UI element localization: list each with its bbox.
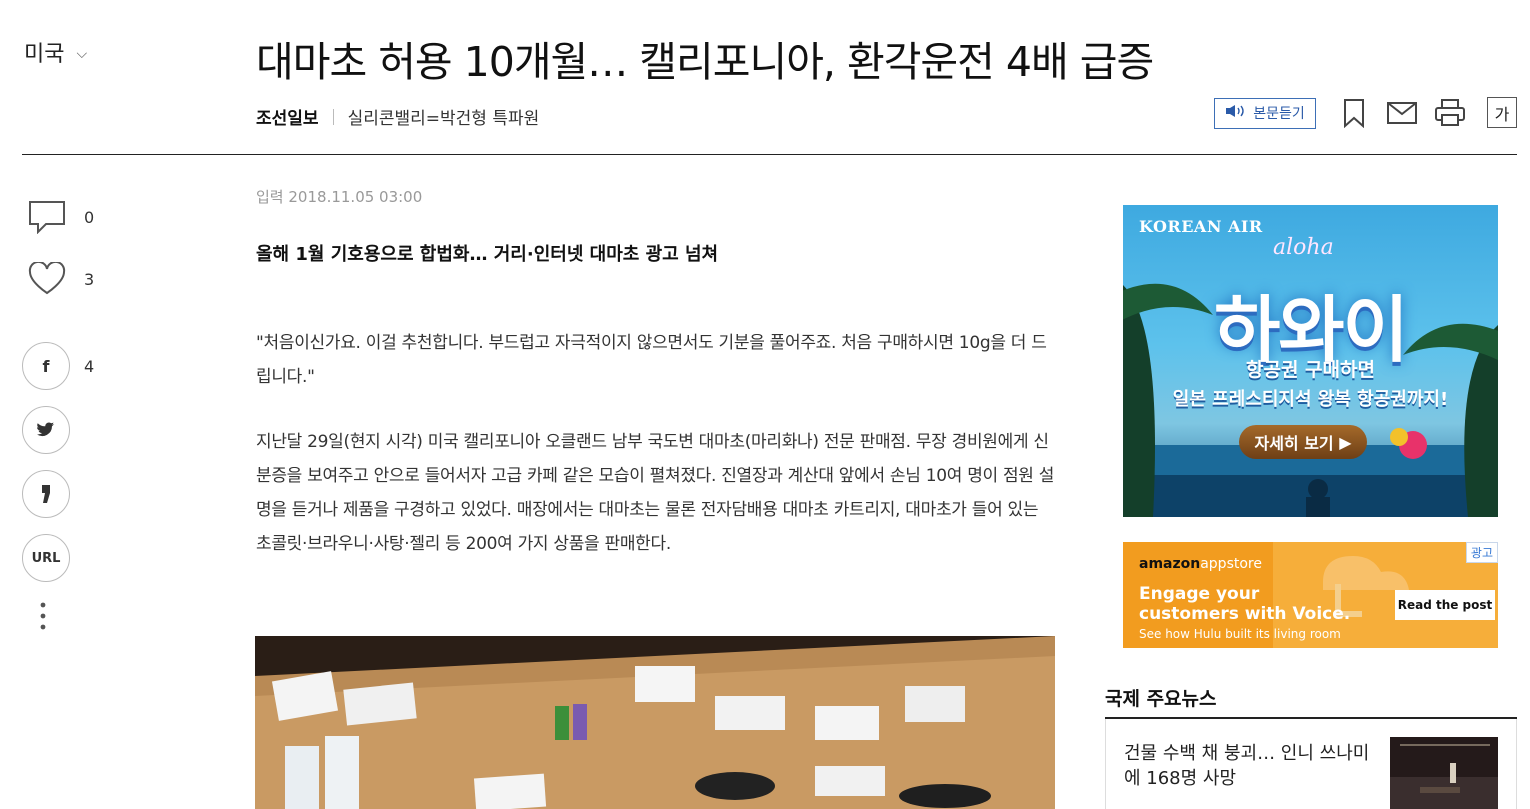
- byline: 조선일보 실리콘밸리=박건형 특파원: [256, 104, 539, 129]
- ad-headline-line-2: customers with Voice.: [1139, 604, 1351, 624]
- mail-icon[interactable]: [1386, 97, 1418, 129]
- play-icon: ▶: [1339, 432, 1352, 452]
- article-headline: 대마초 허용 10개월… 캘리포니아, 환각운전 4배 급증: [256, 38, 1154, 86]
- facebook-count: 4: [84, 356, 95, 376]
- publish-date: 입력 2018.11.05 03:00: [256, 186, 422, 207]
- story-icon: [22, 470, 70, 518]
- article-paragraph: "처음이신가요. 이걸 추천합니다. 부드럽고 자극적이지 않으면서도 기분을 …: [256, 333, 1047, 387]
- news-item-title[interactable]: 건물 수백 채 붕괴… 인니 쓰나미에 168명 사망: [1124, 741, 1374, 791]
- comment-count: 0: [84, 207, 95, 227]
- print-icon[interactable]: [1434, 97, 1466, 129]
- appstore-wordmark: appstore: [1200, 556, 1262, 572]
- like-button[interactable]: 3: [28, 262, 94, 296]
- font-size-button[interactable]: 가: [1487, 97, 1517, 128]
- more-vertical-icon: [40, 602, 46, 630]
- section-dropdown[interactable]: 미국 ⌵: [24, 36, 87, 68]
- url-copy-button[interactable]: URL: [22, 534, 70, 582]
- korean-air-ad[interactable]: KOREAN AIR aloha 하와이 항공권 구매하면 일본 프레스티지석 …: [1123, 205, 1498, 517]
- read-post-button[interactable]: Read the post: [1395, 590, 1495, 620]
- amazon-ad[interactable]: amazonappstore Engage your customers wit…: [1123, 542, 1498, 648]
- aloha-script: aloha: [1273, 235, 1334, 260]
- ad-cta-button[interactable]: 자세히 보기 ▶: [1239, 425, 1367, 459]
- ad-subtext: See how Hulu built its living room: [1139, 627, 1341, 641]
- article-photo[interactable]: [255, 636, 1055, 809]
- news-thumbnail[interactable]: [1390, 737, 1498, 809]
- chevron-down-icon: ⌵: [76, 45, 88, 62]
- facebook-share-button[interactable]: f 4: [22, 342, 94, 390]
- facebook-icon: f: [22, 342, 70, 390]
- twitter-icon: [22, 406, 70, 454]
- ad-headline-line-1: Engage your: [1139, 584, 1260, 604]
- ad-line-1: 항공권 구매하면: [1246, 359, 1375, 381]
- kakaostory-share-button[interactable]: [22, 470, 70, 518]
- twitter-share-button[interactable]: [22, 406, 70, 454]
- url-icon: URL: [22, 534, 70, 582]
- news-section-title: 국제 주요뉴스: [1105, 688, 1217, 710]
- amazon-wordmark: amazon: [1139, 556, 1201, 572]
- store-display-image: [255, 636, 1055, 809]
- heart-icon: [28, 262, 66, 295]
- more-share-button[interactable]: [40, 602, 46, 630]
- disaster-photo: [1390, 737, 1498, 809]
- like-count: 3: [84, 269, 95, 289]
- article-paragraph: 지난달 29일(현지 시각) 미국 캘리포니아 오클랜드 남부 국도변 대마초(…: [256, 432, 1055, 554]
- bookmark-icon[interactable]: [1338, 97, 1370, 129]
- article-subhead: 올해 1월 기호용으로 합법화… 거리·인터넷 대마초 광고 넘쳐: [256, 244, 719, 265]
- ad-label[interactable]: 광고: [1465, 542, 1498, 563]
- listen-button[interactable]: 본문듣기: [1214, 97, 1316, 129]
- listen-label: 본문듣기: [1253, 106, 1305, 122]
- header-divider: [22, 154, 1517, 155]
- comment-button[interactable]: 0: [28, 200, 94, 234]
- ad-line-2: 일본 프레스티지석 왕복 항공권까지!: [1172, 389, 1449, 410]
- byline-divider: [332, 108, 334, 125]
- korean-air-logo: KOREAN AIR: [1139, 217, 1263, 236]
- speaker-icon: [1225, 104, 1247, 122]
- amazon-appstore-logo: amazonappstore: [1139, 556, 1262, 572]
- ad-cta-label: 자세히 보기: [1254, 434, 1334, 453]
- section-label: 미국: [24, 42, 65, 67]
- date-value: 2018.11.05 03:00: [288, 188, 423, 206]
- reporter-name: 실리콘밸리=박건형 특파원: [347, 109, 540, 129]
- ad-headline: Engage your customers with Voice.: [1139, 584, 1350, 624]
- date-label: 입력: [256, 188, 284, 206]
- source-name[interactable]: 조선일보: [256, 104, 319, 129]
- comment-icon: [29, 201, 65, 234]
- news-list: 건물 수백 채 붕괴… 인니 쓰나미에 168명 사망: [1105, 719, 1517, 809]
- article-tools: 본문듣기: [1214, 96, 1466, 130]
